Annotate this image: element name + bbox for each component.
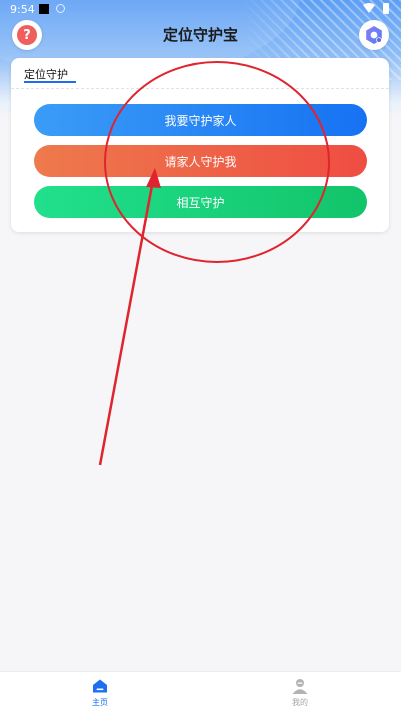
nav-item-mine[interactable]: 我的 bbox=[200, 672, 400, 713]
status-bar: 9:54 bbox=[0, 0, 401, 18]
mutual-guard-button[interactable]: 相互守护 bbox=[34, 186, 367, 218]
home-icon bbox=[93, 679, 107, 693]
location-guard-card: 定位守护 我要守护家人 请家人守护我 相互守护 bbox=[11, 58, 389, 232]
notification-icon bbox=[39, 4, 49, 14]
location-status-icon bbox=[56, 4, 65, 13]
profile-icon bbox=[292, 679, 308, 694]
wifi-icon bbox=[363, 3, 375, 13]
settings-button[interactable] bbox=[359, 20, 389, 50]
battery-icon bbox=[383, 3, 389, 14]
settings-icon bbox=[366, 26, 382, 44]
status-time: 9:54 bbox=[10, 3, 35, 16]
request-guard-button[interactable]: 请家人守护我 bbox=[34, 145, 367, 177]
card-divider bbox=[11, 88, 389, 89]
page-title: 定位守护宝 bbox=[162, 26, 238, 44]
card-title-underline bbox=[24, 81, 76, 83]
guard-family-button[interactable]: 我要守护家人 bbox=[34, 104, 367, 136]
bottom-nav: 主页 我的 bbox=[0, 671, 401, 713]
nav-label-mine: 我的 bbox=[292, 698, 308, 707]
nav-item-home[interactable]: 主页 bbox=[0, 672, 200, 713]
nav-label-home: 主页 bbox=[92, 698, 108, 707]
